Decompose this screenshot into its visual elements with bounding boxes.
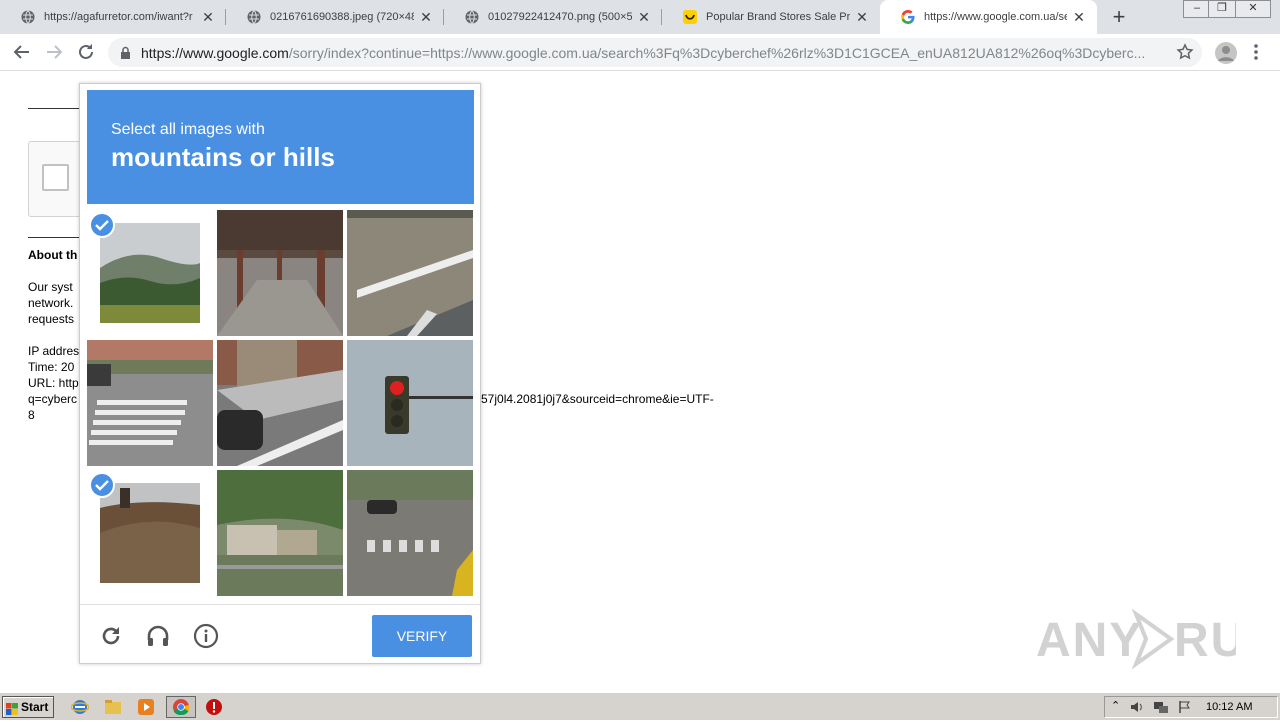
checkmark-icon xyxy=(89,472,115,498)
tile-houses-hill[interactable] xyxy=(217,470,343,596)
recaptcha-challenge: Select all images with mountains or hill… xyxy=(79,83,481,664)
windows-taskbar: Start ⌃ 10:12 AM xyxy=(0,692,1280,720)
chrome-icon[interactable] xyxy=(166,696,196,718)
tile-crosswalk[interactable] xyxy=(87,340,213,466)
image-grid xyxy=(87,210,474,597)
media-player-icon[interactable] xyxy=(137,698,155,716)
network-icon[interactable] xyxy=(1153,699,1171,717)
dry-hill-image xyxy=(100,483,200,583)
restore-button[interactable]: ❐ xyxy=(1208,0,1236,18)
verify-button[interactable]: VERIFY xyxy=(372,615,472,657)
tile-road-markings[interactable] xyxy=(347,210,473,336)
houses-hill-image xyxy=(217,470,343,596)
explanation-line: Our syst xyxy=(28,280,73,294)
tile-street-car[interactable] xyxy=(217,340,343,466)
info-line-ip: IP addres xyxy=(28,344,80,358)
info-icon[interactable] xyxy=(193,623,219,649)
star-icon[interactable] xyxy=(1176,43,1194,66)
tab-4-label: Popular Brand Stores Sale Prom xyxy=(706,11,850,23)
about-heading: About th xyxy=(28,248,78,262)
new-tab-button[interactable]: + xyxy=(1109,6,1129,28)
anyrun-logo: ANY RUN xyxy=(1036,608,1280,670)
close-icon[interactable]: ✕ xyxy=(1071,9,1087,25)
start-button[interactable]: Start xyxy=(2,696,54,718)
url-continuation: 57j0l4.2081j0j7&sourceid=chrome&ie=UTF- xyxy=(481,392,714,406)
info-line-end: 8 xyxy=(28,408,35,422)
tab-5-label: https://www.google.com.ua/se xyxy=(924,11,1067,23)
address-bar[interactable]: https://www.google.com/sorry/index?conti… xyxy=(108,38,1202,67)
close-icon[interactable]: ✕ xyxy=(418,9,434,25)
tab-4[interactable]: Popular Brand Stores Sale Prom ✕ xyxy=(662,0,880,34)
back-arrow-icon[interactable] xyxy=(11,41,33,63)
stop-sign-icon[interactable] xyxy=(205,698,223,716)
explanation-line: network. xyxy=(28,296,74,310)
forward-arrow-icon[interactable] xyxy=(43,41,65,63)
checkmark-icon xyxy=(89,212,115,238)
tile-dry-hill[interactable] xyxy=(87,470,213,596)
globe-icon xyxy=(464,9,480,25)
show-hidden-icons-icon[interactable]: ⌃ xyxy=(1111,699,1129,717)
close-icon[interactable]: ✕ xyxy=(636,9,652,25)
google-icon xyxy=(900,9,916,25)
tile-hill-trees[interactable] xyxy=(87,210,213,336)
tab-2-label: 0216761690388.jpeg (720×480) xyxy=(270,11,414,23)
challenge-footer: VERIFY xyxy=(80,604,480,664)
tab-3-label: 01027922412470.png (500×500) xyxy=(488,11,632,23)
tab-strip: https://agafurretor.com/iwant?r ✕ 021676… xyxy=(0,0,1280,34)
globe-icon xyxy=(20,9,36,25)
recaptcha-checkbox[interactable] xyxy=(42,164,69,191)
tab-3[interactable]: 01027922412470.png (500×500) ✕ xyxy=(444,0,662,34)
crosswalk-image xyxy=(87,340,213,466)
hill-trees-image xyxy=(100,223,200,323)
speaker-icon[interactable] xyxy=(1129,699,1147,717)
globe-icon xyxy=(246,9,262,25)
anyrun-watermark: ANY RUN xyxy=(1036,604,1280,686)
kebab-menu-icon[interactable] xyxy=(1253,43,1259,66)
tile-elevated-rail[interactable] xyxy=(217,210,343,336)
close-icon[interactable]: ✕ xyxy=(854,9,870,25)
traffic-light-image xyxy=(347,340,473,466)
url-text: https://www.google.com/sorry/index?conti… xyxy=(141,45,1146,61)
start-label: Start xyxy=(21,700,49,714)
tab-5-active[interactable]: https://www.google.com.ua/se ✕ xyxy=(880,0,1097,34)
close-window-button[interactable]: ✕ xyxy=(1235,0,1271,18)
instruction-text: Select all images with xyxy=(111,121,265,138)
svg-text:RUN: RUN xyxy=(1174,614,1236,667)
lock-icon xyxy=(120,46,131,65)
reload-icon[interactable] xyxy=(75,41,97,63)
tile-traffic-light[interactable] xyxy=(347,340,473,466)
tile-intersection[interactable] xyxy=(347,470,473,596)
headphones-icon[interactable] xyxy=(145,623,171,649)
svg-text:ANY: ANY xyxy=(1036,614,1143,667)
intersection-image xyxy=(347,470,473,596)
tab-2[interactable]: 0216761690388.jpeg (720×480) ✕ xyxy=(226,0,444,34)
elevated-rail-image xyxy=(217,210,343,336)
tab-1-label: https://agafurretor.com/iwant?r xyxy=(44,11,193,23)
browser-toolbar: https://www.google.com/sorry/index?conti… xyxy=(0,34,1280,71)
minimize-button[interactable]: – xyxy=(1183,0,1211,18)
instruction-target: mountains or hills xyxy=(111,142,335,172)
explanation-line: requests xyxy=(28,312,75,326)
action-center-flag-icon[interactable] xyxy=(1177,699,1195,717)
info-line-time: Time: 20 xyxy=(28,360,75,374)
close-icon[interactable]: ✕ xyxy=(200,9,216,25)
windows-logo-icon xyxy=(6,701,18,715)
smile-icon xyxy=(682,9,698,25)
road-markings-image xyxy=(347,210,473,336)
challenge-header: Select all images with mountains or hill… xyxy=(87,90,474,204)
reload-challenge-icon[interactable] xyxy=(98,623,124,649)
internet-explorer-icon[interactable] xyxy=(70,698,90,716)
profile-avatar-icon[interactable] xyxy=(1215,42,1237,64)
street-car-image xyxy=(217,340,343,466)
taskbar-clock[interactable]: 10:12 AM xyxy=(1206,701,1252,713)
info-line-url: URL: http xyxy=(28,376,79,390)
file-explorer-icon[interactable] xyxy=(104,698,122,716)
info-line-query: q=cyberc xyxy=(28,392,78,406)
tab-1[interactable]: https://agafurretor.com/iwant?r ✕ xyxy=(0,0,226,34)
